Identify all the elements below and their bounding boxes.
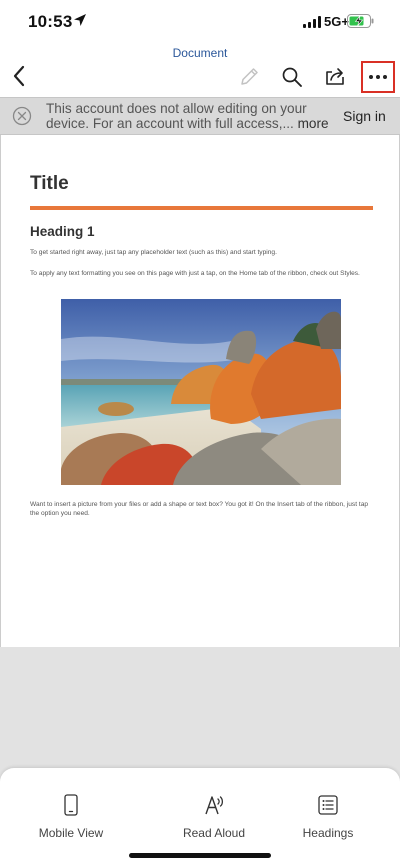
share-icon [326, 68, 344, 85]
cellular-signal-icon [303, 16, 321, 28]
document-paragraph[interactable]: To get started right away, just tap any … [30, 248, 373, 257]
document-picture[interactable] [61, 299, 341, 485]
read-aloud-button[interactable]: Read Aloud [154, 794, 274, 840]
more-options-button[interactable] [361, 61, 395, 93]
edit-button[interactable] [236, 64, 262, 90]
bottom-toolbar: Mobile View Read Aloud Headings [0, 768, 400, 865]
headings-list-icon [318, 795, 338, 815]
banner-message-text: This account does not allow editing on y… [46, 101, 307, 131]
status-time: 10:53 [28, 12, 73, 31]
close-icon[interactable] [12, 106, 32, 126]
headings-label: Headings [302, 826, 354, 840]
pencil-icon [241, 68, 258, 85]
banner-message: This account does not allow editing on y… [46, 101, 336, 131]
banner-more-link[interactable]: more [298, 116, 329, 131]
mobile-view-button[interactable]: Mobile View [11, 794, 131, 840]
document-title[interactable]: Document [0, 46, 400, 60]
more-icon [369, 75, 387, 79]
document-title-text[interactable]: Title [30, 173, 69, 195]
status-bar: 10:53 5G+ [0, 0, 400, 44]
phone-icon [64, 794, 78, 816]
document-paragraph[interactable]: Want to insert a picture from your files… [30, 500, 373, 518]
mobile-view-label: Mobile View [38, 826, 104, 840]
read-aloud-label: Read Aloud [182, 826, 246, 840]
headings-button[interactable]: Headings [268, 794, 388, 840]
document-page[interactable]: Title Heading 1 To get started right awa… [0, 135, 400, 647]
sign-in-button[interactable]: Sign in [343, 108, 386, 124]
search-button[interactable] [279, 64, 305, 90]
search-icon [282, 67, 302, 87]
edit-restriction-banner: This account does not allow editing on y… [0, 97, 400, 135]
share-button[interactable] [322, 63, 348, 89]
beach-rocks-image [61, 299, 341, 485]
home-indicator[interactable] [129, 853, 271, 858]
battery-charging-icon [347, 14, 374, 28]
document-paragraph[interactable]: To apply any text formatting you see on … [30, 269, 373, 278]
chevron-left-icon [13, 65, 25, 87]
read-aloud-icon [205, 796, 224, 815]
navigation-bar: Document [0, 44, 400, 97]
network-label: 5G+ [324, 14, 349, 29]
document-heading-1[interactable]: Heading 1 [30, 224, 95, 239]
location-arrow-icon [74, 14, 86, 26]
title-underline [30, 206, 373, 210]
back-button[interactable] [6, 62, 32, 90]
